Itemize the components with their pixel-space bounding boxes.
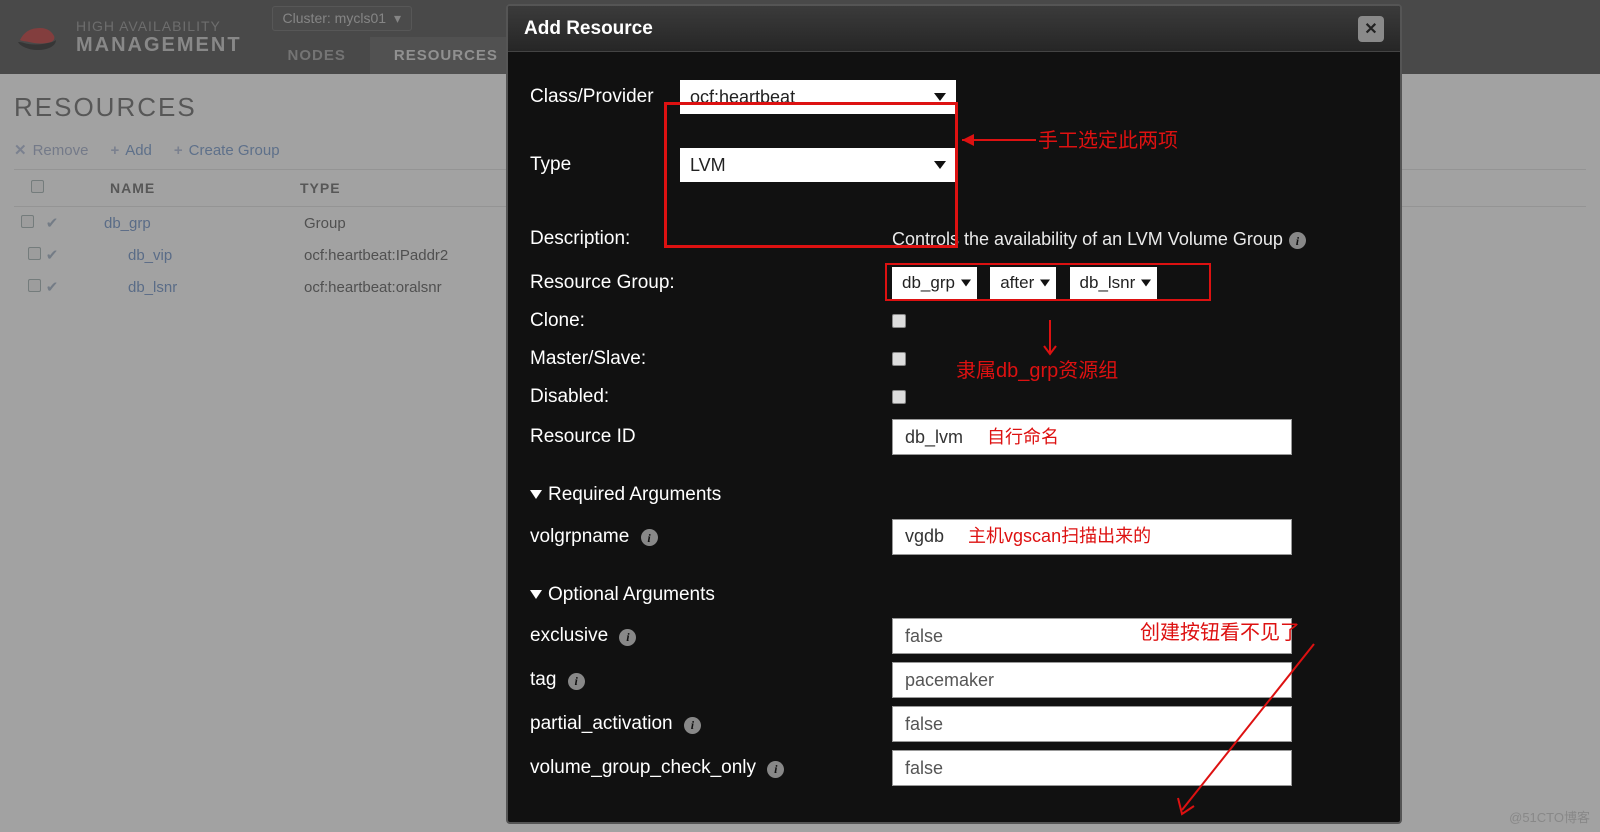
resource-id-input[interactable]: db_lvm 自行命名 <box>892 419 1292 455</box>
volgrpname-value: vgdb <box>905 524 944 548</box>
add-resource-modal: Add Resource ✕ Class/Provider ocf:heartb… <box>506 4 1402 824</box>
chevron-down-icon <box>934 161 946 169</box>
required-args-label: Required Arguments <box>548 482 721 508</box>
status-ok-icon: ✔ <box>40 246 64 264</box>
resource-group-ref-value: db_lsnr <box>1080 272 1136 295</box>
optional-args-label: Optional Arguments <box>548 582 715 608</box>
x-icon: ✕ <box>14 141 27 159</box>
chevron-down-icon <box>530 590 542 599</box>
partial-activation-value: false <box>905 712 943 736</box>
label-resource-group: Resource Group: <box>530 270 892 296</box>
label-disabled: Disabled: <box>530 384 892 410</box>
resource-id-value: db_lvm <box>905 425 963 449</box>
disabled-checkbox[interactable] <box>892 390 906 404</box>
volgrpname-input[interactable]: vgdb 主机vgscan扫描出来的 <box>892 519 1292 555</box>
tag-input[interactable]: pacemaker <box>892 662 1292 698</box>
remove-button[interactable]: ✕ Remove <box>14 141 88 159</box>
create-group-button[interactable]: + Create Group <box>174 142 280 159</box>
master-slave-checkbox[interactable] <box>892 352 906 366</box>
required-args-header[interactable]: Required Arguments <box>530 482 1378 508</box>
type-value: LVM <box>690 153 726 177</box>
brand-area: HIGH AVAILABILITY MANAGEMENT <box>0 0 264 74</box>
resource-group-select[interactable]: db_grp <box>892 267 977 299</box>
brand-line-2: MANAGEMENT <box>76 34 242 57</box>
annotation-text: 主机vgscan扫描出来的 <box>968 524 1151 548</box>
close-icon: ✕ <box>1364 19 1377 39</box>
description-text: Controls the availability of an LVM Volu… <box>892 227 1306 251</box>
class-provider-value: ocf:heartbeat <box>690 85 795 109</box>
modal-header: Add Resource ✕ <box>508 6 1400 52</box>
tab-nodes[interactable]: NODES <box>264 37 370 74</box>
tag-value: pacemaker <box>905 668 994 692</box>
chevron-down-icon <box>1040 280 1050 287</box>
clone-checkbox[interactable] <box>892 314 906 328</box>
volume-group-check-only-input[interactable]: false <box>892 750 1292 786</box>
create-group-label: Create Group <box>189 142 280 159</box>
type-select[interactable]: LVM <box>680 148 956 182</box>
label-tag: tag i <box>530 667 892 693</box>
watermark: @51CTO博客 <box>1509 807 1590 826</box>
add-label: Add <box>125 142 152 159</box>
cluster-selector[interactable]: Cluster: mycls01 ▾ <box>272 6 413 31</box>
label-volume-group-check-only: volume_group_check_only i <box>530 755 892 781</box>
tab-resources[interactable]: RESOURCES <box>370 37 522 74</box>
resource-name[interactable]: db_vip <box>64 247 304 264</box>
chevron-down-icon <box>934 93 946 101</box>
label-type: Type <box>530 152 680 178</box>
row-checkbox[interactable] <box>21 215 34 228</box>
label-class-provider: Class/Provider <box>530 84 680 110</box>
label-clone: Clone: <box>530 308 892 334</box>
resource-name[interactable]: db_grp <box>64 215 304 232</box>
label-description: Description: <box>530 226 892 252</box>
annotation-text: 自行命名 <box>987 425 1059 449</box>
label-resource-id: Resource ID <box>530 424 892 450</box>
chevron-down-icon <box>961 280 971 287</box>
col-name: NAME <box>60 180 300 196</box>
info-icon[interactable]: i <box>619 629 636 646</box>
status-ok-icon: ✔ <box>40 278 64 296</box>
add-button[interactable]: + Add <box>110 142 151 159</box>
redhat-logo-icon <box>14 22 58 52</box>
info-icon[interactable]: i <box>641 529 658 546</box>
status-ok-icon: ✔ <box>40 214 64 232</box>
cluster-name: mycls01 <box>335 10 386 26</box>
info-icon[interactable]: i <box>767 761 784 778</box>
cluster-prefix: Cluster: <box>283 10 331 26</box>
chevron-down-icon: ▾ <box>394 10 401 27</box>
plus-icon: + <box>110 142 119 159</box>
class-provider-select[interactable]: ocf:heartbeat <box>680 80 956 114</box>
partial-activation-input[interactable]: false <box>892 706 1292 742</box>
info-icon[interactable]: i <box>1289 232 1306 249</box>
resource-group-ref-select[interactable]: db_lsnr <box>1070 267 1158 299</box>
plus-icon: + <box>174 142 183 159</box>
remove-label: Remove <box>33 142 89 159</box>
close-button[interactable]: ✕ <box>1358 16 1384 42</box>
modal-title: Add Resource <box>524 18 653 40</box>
exclusive-value: false <box>905 624 943 648</box>
label-partial-activation: partial_activation i <box>530 711 892 737</box>
resource-group-value: db_grp <box>902 272 955 295</box>
brand-line-1: HIGH AVAILABILITY <box>76 18 242 34</box>
resource-group-position-value: after <box>1000 272 1034 295</box>
select-all-checkbox[interactable] <box>31 180 44 193</box>
chevron-down-icon <box>1141 280 1151 287</box>
label-master-slave: Master/Slave: <box>530 346 892 372</box>
info-icon[interactable]: i <box>684 717 701 734</box>
info-icon[interactable]: i <box>568 673 585 690</box>
resource-name[interactable]: db_lsnr <box>64 279 304 296</box>
volume-group-check-only-value: false <box>905 756 943 780</box>
label-exclusive: exclusive i <box>530 623 892 649</box>
chevron-down-icon <box>530 490 542 499</box>
label-volgrpname: volgrpname i <box>530 524 892 550</box>
optional-args-header[interactable]: Optional Arguments <box>530 582 1378 608</box>
resource-group-position-select[interactable]: after <box>990 267 1056 299</box>
exclusive-input[interactable]: false <box>892 618 1292 654</box>
